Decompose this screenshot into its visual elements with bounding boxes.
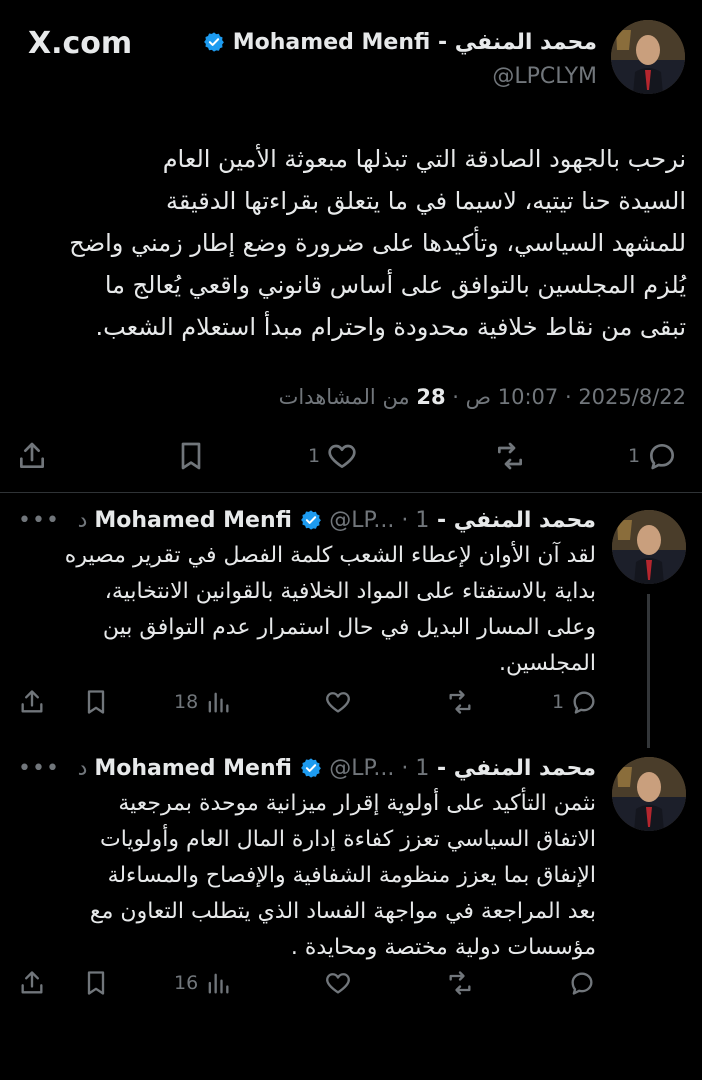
views-button[interactable]: 18 [174, 688, 232, 716]
tweet-date[interactable]: 2025/8/22 [578, 385, 686, 409]
avatar[interactable] [612, 757, 686, 831]
views-count: 18 [174, 691, 199, 713]
reply-button[interactable] [568, 969, 596, 997]
like-icon [328, 444, 356, 468]
bookmark-icon [87, 971, 105, 995]
avatar-portrait-icon [612, 757, 686, 831]
verified-icon [204, 32, 224, 52]
tweet-text-line: نرحب بالجهود الصادقة التي تبذلها مبعوثة … [162, 145, 686, 173]
bookmark-button[interactable] [82, 688, 110, 716]
more-icon[interactable]: ••• [18, 756, 60, 781]
reply-text: نثمن التأكيد على أولوية إقرار ميزانية مو… [16, 786, 596, 966]
tweet-text-line: يُلزم المجلسين بالتوافق على أساس قانوني … [104, 271, 686, 299]
repost-button[interactable] [492, 440, 528, 472]
like-button[interactable]: 1 [308, 440, 358, 472]
reply-icon [573, 691, 595, 714]
reply-count: 1 [628, 445, 641, 467]
meta-separator: · [558, 385, 572, 409]
bookmark-button[interactable] [82, 969, 110, 997]
share-icon [21, 690, 43, 713]
author-name-row: محمد المنفي - Mohamed Menfi [203, 30, 597, 55]
avatar-portrait-icon [611, 20, 685, 94]
reply-author-row: محمد المنفي - Mohamed Menfi @LP... · 1 د [78, 508, 596, 533]
verified-icon [300, 510, 321, 530]
reply-author-row: محمد المنفي - Mohamed Menfi @LP... · 1 د [78, 756, 596, 781]
avatar-portrait-icon [612, 510, 686, 584]
thread-line [647, 594, 650, 748]
views-button[interactable]: 16 [174, 969, 232, 997]
reply-text: لقد آن الأوان لإعطاء الشعب كلمة الفصل في… [16, 538, 596, 682]
like-button[interactable] [324, 969, 352, 997]
bookmark-button[interactable] [175, 440, 207, 472]
share-icon [20, 442, 44, 468]
views-count: 28 [416, 385, 446, 409]
like-button[interactable] [324, 688, 352, 716]
repost-button[interactable] [444, 969, 476, 997]
divider [0, 492, 702, 493]
repost-icon [449, 690, 471, 714]
reply-button[interactable]: 1 [628, 440, 678, 472]
like-icon [326, 973, 350, 994]
repost-icon [498, 442, 522, 470]
reply-icon [571, 972, 593, 995]
repost-button[interactable] [444, 688, 476, 716]
views-icon [208, 973, 229, 994]
author-handle[interactable]: @LPCLYM [492, 64, 597, 89]
tweet-time[interactable]: 10:07 ص [466, 385, 559, 409]
reply-text-line: الاتفاق السياسي تعزز كفاءة إدارة المال ا… [100, 827, 596, 852]
reply-text-line: بعد المراجعة في مواجهة الفساد الذي يتطلب… [89, 899, 596, 924]
avatar[interactable] [611, 20, 685, 94]
like-count: 1 [308, 445, 321, 467]
tweet-text-line: السيدة حنا تيتيه، لاسيما في ما يتعلق بقر… [166, 187, 686, 215]
reply-text-line: مؤسسات دولية مختصة ومحايدة . [290, 935, 596, 960]
reply-text-line: بداية بالاستفتاء على المواد الخلافية بال… [104, 579, 596, 604]
reply-text-line: الإنفاق بما يعزز منظومة الشفافية والإفصا… [107, 863, 596, 888]
bookmark-icon [87, 690, 105, 714]
x-logo-icon[interactable]: X.com [28, 26, 132, 61]
meta-separator: · [445, 385, 459, 409]
views-icon [208, 692, 229, 713]
tweet-text: نرحب بالجهود الصادقة التي تبذلها مبعوثة … [6, 138, 686, 348]
reply-text-line: نثمن التأكيد على أولوية إقرار ميزانية مو… [118, 791, 596, 816]
bookmark-icon [181, 442, 201, 470]
views-count: 16 [174, 972, 199, 994]
tweet-text-line: تبقى من نقاط خلافية محدودة واحترام مبدأ … [95, 313, 687, 341]
more-icon[interactable]: ••• [18, 508, 60, 533]
share-icon [21, 971, 43, 994]
reply-icon [650, 444, 675, 470]
reply-count: 1 [552, 691, 565, 713]
reply-text-line: لقد آن الأوان لإعطاء الشعب كلمة الفصل في… [64, 543, 596, 568]
like-icon [326, 692, 350, 713]
reply-text-line: المجلسين. [498, 651, 596, 676]
verified-icon [300, 758, 321, 778]
reply-button[interactable]: 1 [552, 688, 598, 716]
share-button[interactable] [18, 688, 46, 716]
tweet-meta: 2025/8/22 · 10:07 ص · 28 من المشاهدات [279, 385, 686, 409]
views-label: من المشاهدات [278, 385, 410, 409]
tweet-text-line: للمشهد السياسي، وتأكيدها على ضرورة وضع إ… [69, 229, 686, 257]
share-button[interactable] [18, 969, 46, 997]
reply-text-line: وعلى المسار البديل في حال استمرار عدم ال… [102, 615, 596, 640]
author-name[interactable]: محمد المنفي - Mohamed Menfi [233, 30, 597, 55]
repost-icon [449, 971, 471, 995]
share-button[interactable] [16, 440, 48, 472]
avatar[interactable] [612, 510, 686, 584]
